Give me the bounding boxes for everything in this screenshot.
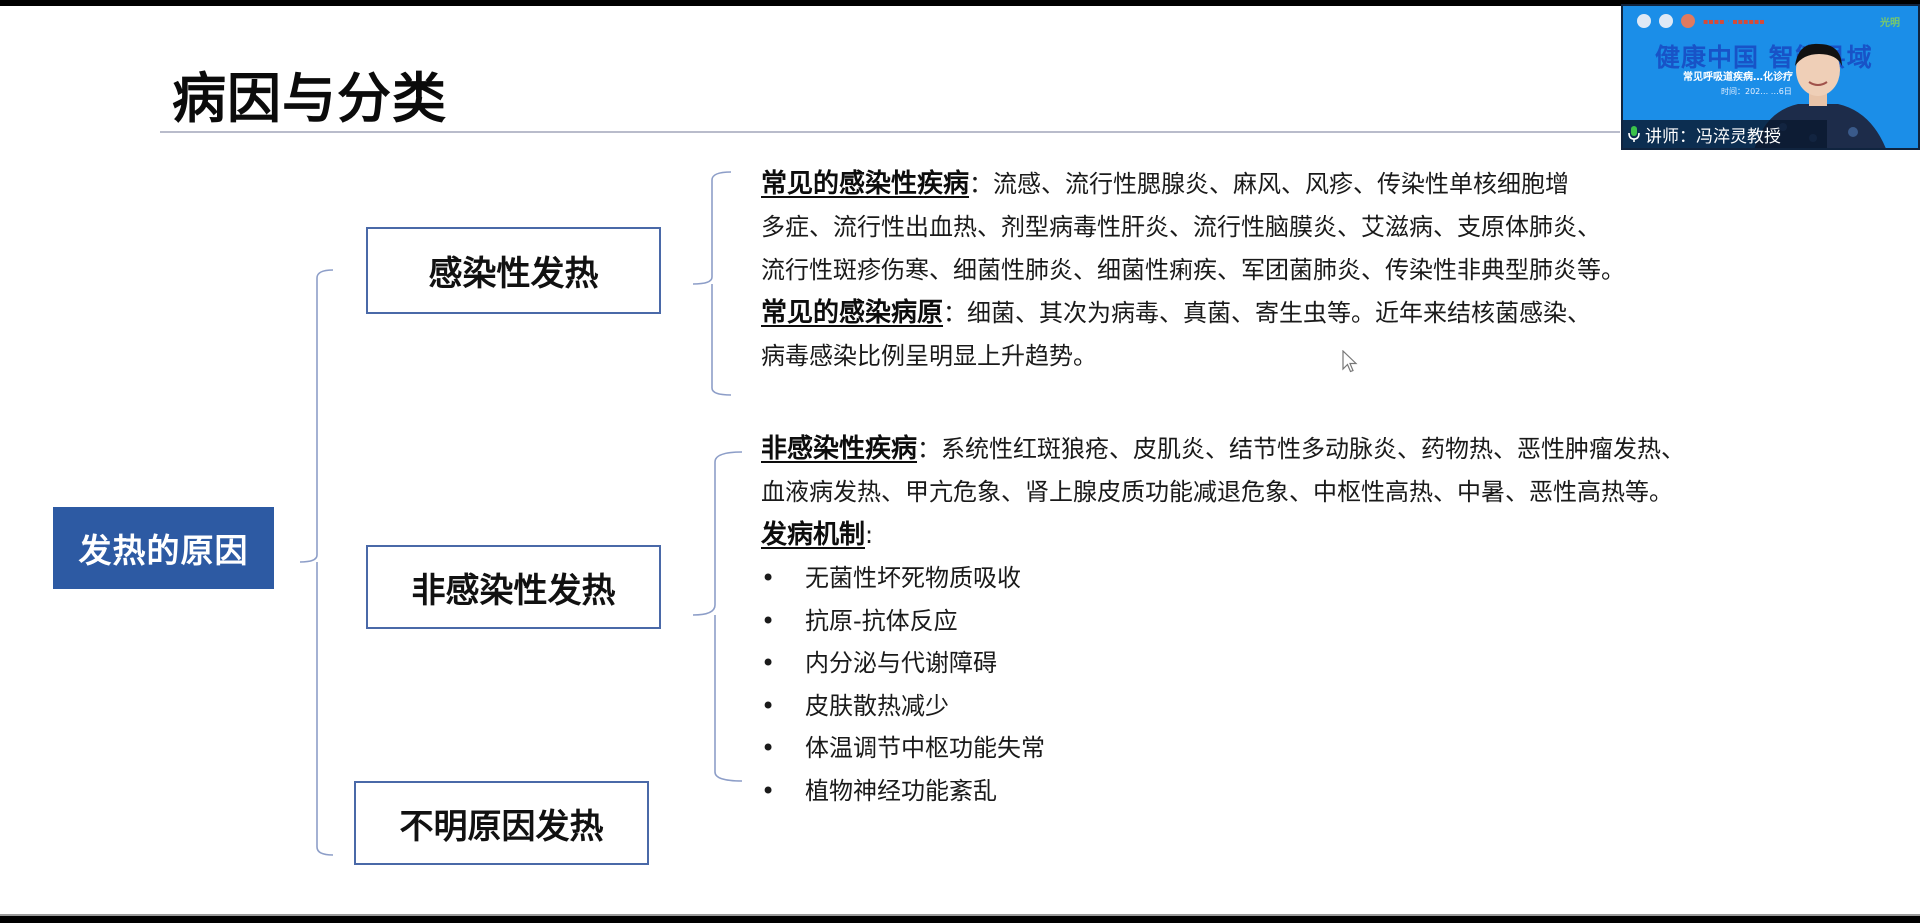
text-segment: ：细菌、其次为病毒、真菌、寄生虫等。近年来结核菌感染、 <box>943 299 1592 327</box>
mechanism-item: • 无菌性坏死物质吸收 <box>761 557 1861 600</box>
mechanism-item: • 体温调节中枢功能失常 <box>761 727 1861 770</box>
root-bracket <box>299 269 334 856</box>
category-unknown-origin-fever: 不明原因发热 <box>354 781 649 865</box>
pathogens-heading: 常见的感染病原 <box>761 298 944 328</box>
bullet-icon: • <box>761 776 776 805</box>
microphone-icon <box>1628 126 1640 142</box>
title-divider <box>160 131 1620 133</box>
text-segment: : <box>865 521 874 549</box>
logo-icon <box>1659 14 1673 28</box>
text-segment: ：系统性红斑狼疮、皮肌炎、结节性多动脉炎、药物热、恶性肿瘤发热、 <box>917 435 1686 463</box>
non-infectious-diseases-line-2: 血液病发热、甲亢危象、肾上腺皮质功能减退危象、中枢性高热、中暑、恶性高热等。 <box>761 478 1673 506</box>
infectious-diseases-line-2: 多症、流行性出血热、剂型病毒性肝炎、流行性脑膜炎、艾滋病、支原体肺炎、 <box>761 213 1601 241</box>
mechanism-text: 体温调节中枢功能失常 <box>805 734 1045 762</box>
infectious-diseases-heading: 常见的感染性疾病 <box>761 169 970 199</box>
logo-text: ▪▪▪▪ · ▪▪▪▪▪▪ <box>1703 16 1765 26</box>
non-infectious-diseases-heading: 非感染性疾病 <box>761 434 918 464</box>
non-infectious-bracket <box>692 451 743 782</box>
mechanism-text: 内分泌与代谢障碍 <box>805 649 997 677</box>
mechanism-item: • 内分泌与代谢障碍 <box>761 642 1861 685</box>
root-node-fever-causes: 发热的原因 <box>53 507 274 589</box>
speaker-video-overlay[interactable]: ▪▪▪▪ · ▪▪▪▪▪▪ 光明 健康中国 智能县域 常见呼吸道疾病…化诊疗（一… <box>1621 4 1920 150</box>
mechanism-item: • 皮肤散热减少 <box>761 685 1861 728</box>
slide-title: 病因与分类 <box>172 67 447 130</box>
mechanism-heading: 发病机制 <box>761 520 866 550</box>
bullet-icon: • <box>761 691 776 720</box>
bullet-icon: • <box>761 649 776 677</box>
banner-logo-right: 光明 <box>1880 18 1900 29</box>
mechanism-text: 无菌性坏死物质吸收 <box>805 564 1021 592</box>
category-non-infectious-fever: 非感染性发热 <box>366 545 661 629</box>
mechanism-text: 抗原-抗体反应 <box>805 606 958 635</box>
infectious-details: 常见的感染性疾病：流感、流行性腮腺炎、麻风、风疹、传染性单核细胞增 多症、流行性… <box>761 163 1761 378</box>
mechanism-heading-line: 发病机制: <box>761 514 1861 557</box>
mechanism-list: • 无菌性坏死物质吸收 • 抗原-抗体反应 • 内分泌与代谢障碍 • 皮肤散热减少 • 体… <box>761 557 1861 812</box>
text-segment: ：流感、流行性腮腺炎、麻风、风疹、传染性单核细胞增 <box>969 170 1570 198</box>
bullet-icon: • <box>761 606 776 635</box>
category-infectious-fever: 感染性发热 <box>366 227 661 314</box>
mouse-cursor-icon <box>1342 350 1358 373</box>
infectious-bracket <box>692 171 732 396</box>
infectious-diseases-line-1: 常见的感染性疾病：流感、流行性腮腺炎、麻风、风疹、传染性单核细胞增 <box>761 163 1761 206</box>
screen-bottom-border <box>0 914 1920 923</box>
infectious-diseases-line-3: 流行性斑疹伤寒、细菌性肺炎、细菌性痢疾、军团菌肺炎、传染性非典型肺炎等。 <box>761 256 1625 284</box>
non-infectious-details: 非感染性疾病：系统性红斑狼疮、皮肌炎、结节性多动脉炎、药物热、恶性肿瘤发热、 血… <box>761 428 1861 812</box>
mechanism-item: • 植物神经功能紊乱 <box>761 770 1861 813</box>
speaker-caption: 讲师：冯淬灵教授 <box>1623 120 1827 148</box>
mechanism-item: • 抗原-抗体反应 <box>761 600 1861 643</box>
mechanism-text: 植物神经功能紊乱 <box>805 776 997 805</box>
banner-logos: ▪▪▪▪ · ▪▪▪▪▪▪ <box>1637 14 1765 28</box>
pathogens-line-2: 病毒感染比例呈明显上升趋势。 <box>761 342 1097 370</box>
bullet-icon: • <box>761 734 776 762</box>
logo-icon <box>1681 14 1695 28</box>
speaker-name: 讲师：冯淬灵教授 <box>1645 126 1781 147</box>
pathogens-line-1: 常见的感染病原：细菌、其次为病毒、真菌、寄生虫等。近年来结核菌感染、 <box>761 292 1761 335</box>
logo-icon <box>1637 14 1651 28</box>
mechanism-text: 皮肤散热减少 <box>805 691 949 720</box>
non-infectious-diseases-line-1: 非感染性疾病：系统性红斑狼疮、皮肌炎、结节性多动脉炎、药物热、恶性肿瘤发热、 <box>761 428 1861 471</box>
bullet-icon: • <box>761 564 776 592</box>
